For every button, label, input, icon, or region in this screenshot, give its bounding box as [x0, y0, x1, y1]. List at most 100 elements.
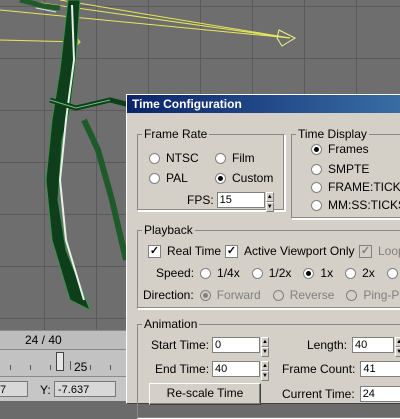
speed-half-label: 1/2x: [268, 266, 292, 280]
end-time-row: End Time: 40 ▲ ▼: [155, 361, 270, 381]
radio-pal-indicator[interactable]: [149, 172, 160, 184]
rescale-time-button[interactable]: Re-scale Time: [149, 383, 261, 405]
radio-film-indicator[interactable]: [215, 152, 226, 164]
spinner-up-icon[interactable]: ▲: [261, 337, 270, 347]
spinner-down-icon[interactable]: ▼: [265, 202, 274, 212]
fps-label: FPS:: [187, 193, 214, 207]
end-time-label: End Time:: [155, 362, 210, 376]
time-configuration-dialog: Time Configuration Frame Rate NTSC Film …: [126, 94, 400, 419]
direction-row: Direction: Forward Reverse Ping-Pong: [143, 288, 400, 302]
time-slider-label: 24 / 40: [25, 333, 62, 347]
radio-custom-indicator[interactable]: [215, 172, 226, 184]
end-time-input[interactable]: 40: [212, 361, 261, 377]
radio-smpte-label: SMPTE: [328, 162, 370, 176]
length-label: Length:: [307, 338, 348, 352]
loop-check-icon[interactable]: ✓: [359, 244, 372, 258]
ruler-frame-label: 25: [74, 360, 88, 374]
ruler-current-frame-marker[interactable]: [56, 352, 64, 371]
start-time-label: Start Time:: [151, 338, 210, 352]
radio-pal[interactable]: PAL: [149, 171, 188, 185]
start-time-input[interactable]: 0: [212, 337, 261, 353]
real-time-label: Real Time: [167, 244, 222, 258]
fps-input[interactable]: 15: [216, 192, 265, 208]
radio-custom[interactable]: Custom: [215, 171, 273, 185]
radio-frames-indicator[interactable]: [311, 143, 322, 155]
ruler-tick: [30, 365, 31, 370]
radio-smpte-indicator[interactable]: [311, 163, 322, 175]
spinner-down-icon[interactable]: ▼: [261, 371, 270, 381]
speed-label: Speed:: [156, 266, 195, 280]
spinner-down-icon[interactable]: ▼: [261, 347, 270, 357]
fps-row: FPS: 15 ▲ ▼: [187, 192, 274, 212]
speed-2x-radio[interactable]: [345, 267, 357, 279]
y-coordinate-field[interactable]: -7.637: [54, 381, 116, 397]
start-time-row: Start Time: 0 ▲ ▼: [151, 337, 270, 357]
radio-smpte[interactable]: SMPTE: [311, 162, 369, 176]
length-input[interactable]: 40: [352, 337, 395, 353]
radio-frame-ticks-label: FRAME:TICKS: [328, 180, 400, 194]
y-coordinate-label: Y:: [40, 383, 51, 397]
radio-custom-label: Custom: [232, 171, 274, 185]
direction-forward-label: Forward: [216, 288, 261, 302]
ruler-tick: [10, 365, 11, 370]
ruler-tick: [50, 365, 51, 370]
real-time-check-icon[interactable]: ✓: [148, 244, 161, 258]
time-display-legend: Time Display: [298, 127, 367, 141]
radio-film[interactable]: Film: [215, 151, 255, 165]
radio-mm-ss-ticks-indicator[interactable]: [311, 199, 322, 211]
speed-half-radio[interactable]: [251, 267, 263, 279]
direction-forward-radio[interactable]: [199, 289, 211, 301]
radio-ntsc[interactable]: NTSC: [149, 151, 199, 165]
ruler-tick: [70, 361, 71, 370]
ruler-tick: [90, 365, 91, 370]
radio-frame-ticks[interactable]: FRAME:TICKS: [311, 180, 400, 194]
radio-frames-label: Frames: [328, 142, 369, 156]
radio-frame-ticks-indicator[interactable]: [311, 181, 322, 193]
frame-count-input[interactable]: 41: [360, 361, 400, 377]
speed-4x-radio[interactable]: [386, 267, 398, 279]
active-viewport-only-label: Active Viewport Only: [244, 244, 355, 258]
current-time-label: Current Time:: [282, 387, 355, 401]
real-time-checkbox[interactable]: ✓ Real Time: [148, 244, 221, 258]
playback-legend: Playback: [144, 223, 193, 237]
length-row: Length: 40 ▲ ▼: [307, 337, 400, 357]
spinner-up-icon[interactable]: ▲: [261, 361, 270, 371]
loop-label: Loop: [378, 244, 400, 258]
length-spinner-arrows[interactable]: ▲ ▼: [395, 337, 400, 357]
dialog-title: Time Configuration: [127, 95, 400, 113]
speed-quarter-radio[interactable]: [200, 267, 212, 279]
length-spinner[interactable]: 40 ▲ ▼: [352, 337, 400, 357]
frame-count-spinner[interactable]: 41 ▲▼: [360, 361, 400, 377]
active-viewport-only-check-icon[interactable]: ✓: [225, 244, 238, 258]
frame-count-row: Frame Count: 41 ▲▼: [282, 361, 400, 377]
x-coordinate-field[interactable]: 7: [0, 381, 28, 397]
radio-pal-label: PAL: [166, 171, 188, 185]
radio-mm-ss-ticks[interactable]: MM:SS:TICKS: [311, 198, 400, 212]
speed-row: Speed: 1/4x 1/2x 1x 2x 4x: [156, 266, 400, 280]
loop-checkbox[interactable]: ✓ Loop: [359, 244, 400, 258]
frame-count-label: Frame Count:: [282, 362, 356, 376]
direction-ping-pong-radio[interactable]: [346, 289, 358, 301]
end-time-spinner-arrows[interactable]: ▲ ▼: [261, 361, 270, 381]
speed-quarter-label: 1/4x: [217, 266, 240, 280]
active-viewport-only-checkbox[interactable]: ✓ Active Viewport Only: [225, 244, 355, 258]
start-time-spinner-arrows[interactable]: ▲ ▼: [261, 337, 270, 357]
speed-2x-label: 2x: [362, 266, 375, 280]
radio-frames[interactable]: Frames: [311, 142, 369, 156]
radio-film-label: Film: [232, 151, 255, 165]
spinner-down-icon[interactable]: ▼: [395, 347, 400, 357]
spinner-up-icon[interactable]: ▲: [265, 192, 274, 202]
frame-rate-legend: Frame Rate: [144, 127, 208, 141]
radio-mm-ss-ticks-label: MM:SS:TICKS: [328, 198, 400, 212]
direction-reverse-label: Reverse: [289, 288, 335, 302]
animation-legend: Animation: [144, 317, 198, 331]
end-time-spinner[interactable]: 40 ▲ ▼: [212, 361, 270, 381]
spinner-up-icon[interactable]: ▲: [395, 337, 400, 347]
direction-reverse-radio[interactable]: [272, 289, 284, 301]
fps-spinner-arrows[interactable]: ▲ ▼: [265, 192, 274, 212]
fps-spinner[interactable]: 15 ▲ ▼: [216, 192, 274, 212]
speed-1x-radio[interactable]: [303, 267, 315, 279]
direction-ping-pong-label: Ping-Pong: [363, 288, 400, 302]
radio-ntsc-indicator[interactable]: [149, 152, 160, 164]
start-time-spinner[interactable]: 0 ▲ ▼: [212, 337, 270, 357]
